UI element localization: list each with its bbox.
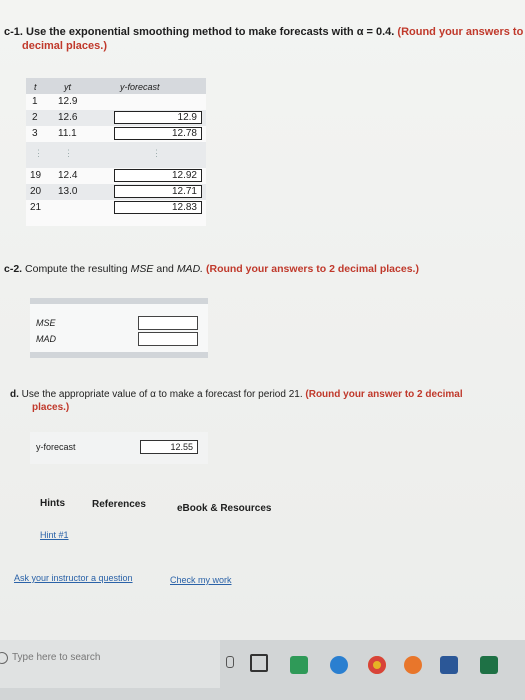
- taskbar-search[interactable]: Type here to search: [0, 640, 220, 688]
- c2-mse-word: MSE: [130, 263, 154, 275]
- tab-ebook-resources[interactable]: eBook & Resources: [177, 503, 271, 514]
- microphone-icon[interactable]: [226, 656, 234, 668]
- panel-bottom-bar: [30, 352, 208, 358]
- check-my-work-link[interactable]: Check my work: [170, 575, 232, 585]
- cell-t: 3: [32, 128, 38, 139]
- mse-input[interactable]: [138, 316, 198, 330]
- c2-mad-word: MAD.: [176, 263, 204, 275]
- table-row: 3 11.1 12.78: [26, 126, 206, 142]
- search-icon: [0, 652, 8, 664]
- d-note: (Round your answer to 2 decimal: [305, 389, 463, 400]
- firefox-icon[interactable]: [404, 656, 422, 674]
- d-label: d.: [10, 389, 19, 400]
- cell-t: 1: [32, 96, 38, 107]
- header-yt: yt: [64, 82, 72, 92]
- d-text: Use the appropriate value of α to make a…: [21, 389, 303, 400]
- forecast-table: t yt y-forecast 1 12.9 2 12.6 12.9 3 11.…: [26, 78, 206, 226]
- forecast-input[interactable]: 12.78: [114, 127, 202, 140]
- mse-mad-panel: MSE MAD: [30, 298, 208, 358]
- forecast-input[interactable]: 12.71: [114, 185, 202, 198]
- mad-input[interactable]: [138, 332, 198, 346]
- ellipsis: ⋮: [64, 148, 73, 158]
- excel-icon[interactable]: [480, 656, 498, 674]
- d-heading: d. Use the appropriate value of α to mak…: [10, 388, 463, 402]
- forecast-input[interactable]: 12.92: [114, 169, 202, 182]
- d-note-line2: places.): [32, 402, 70, 413]
- ellipsis: ⋮: [34, 148, 43, 158]
- header-yforecast: y-forecast: [120, 82, 160, 92]
- tab-hints[interactable]: Hints: [40, 498, 65, 509]
- table-row: 19 12.4 12.92: [26, 168, 206, 184]
- cell-yt: 12.9: [58, 96, 78, 107]
- cell-t: 20: [30, 186, 42, 197]
- cell-yt: 13.0: [58, 186, 78, 197]
- c1-heading: c-1. Use the exponential smoothing metho…: [4, 25, 523, 39]
- cell-t: 2: [32, 112, 38, 123]
- edge-icon[interactable]: [330, 656, 348, 674]
- word-icon[interactable]: [440, 656, 458, 674]
- table-row: 21 12.83: [26, 200, 206, 216]
- cell-t: 21: [30, 202, 42, 213]
- header-t: t: [34, 82, 37, 92]
- ask-instructor-link[interactable]: Ask your instructor a question: [14, 573, 133, 583]
- panel-top-bar: [30, 298, 208, 304]
- mad-label: MAD: [36, 334, 56, 344]
- cell-t: 19: [30, 170, 42, 181]
- c2-and: and: [156, 263, 174, 275]
- cell-yt: 12.6: [58, 112, 78, 123]
- c2-note: (Round your answers to 2 decimal places.…: [205, 263, 419, 275]
- d-forecast-panel: y-forecast 12.55: [30, 432, 208, 464]
- hint-1-link[interactable]: Hint #1: [40, 530, 69, 540]
- c1-text: Use the exponential smoothing method to …: [26, 26, 395, 38]
- tab-references[interactable]: References: [92, 499, 146, 510]
- c1-note-line2: decimal places.): [22, 40, 107, 52]
- yforecast-input[interactable]: 12.55: [140, 440, 198, 454]
- mse-label: MSE: [36, 318, 56, 328]
- search-placeholder: Type here to search: [12, 652, 101, 663]
- forecast-input[interactable]: 12.83: [114, 201, 202, 214]
- forecast-input[interactable]: 12.9: [114, 111, 202, 124]
- table-row: 1 12.9: [26, 94, 206, 110]
- ellipsis: ⋮: [152, 148, 161, 158]
- table-header: t yt y-forecast: [26, 78, 206, 94]
- table-row: 2 12.6 12.9: [26, 110, 206, 126]
- chrome-icon[interactable]: [368, 656, 386, 674]
- c1-label: c-1.: [4, 26, 23, 38]
- yforecast-label: y-forecast: [36, 442, 76, 452]
- store-icon[interactable]: [290, 656, 308, 674]
- task-view-icon[interactable]: [250, 654, 268, 672]
- question-page: c-1. Use the exponential smoothing metho…: [0, 0, 525, 640]
- table-row: 20 13.0 12.71: [26, 184, 206, 200]
- table-row-ellipsis: ⋮ ⋮ ⋮: [26, 142, 206, 168]
- c2-label: c-2.: [4, 263, 23, 275]
- cell-yt: 11.1: [58, 128, 77, 139]
- cell-yt: 12.4: [58, 170, 78, 181]
- c2-heading: c-2. Compute the resulting MSE and MAD. …: [4, 262, 419, 276]
- windows-taskbar: Type here to search: [0, 640, 525, 700]
- c2-text: Compute the resulting: [25, 263, 128, 275]
- c1-note: (Round your answers to: [397, 26, 524, 38]
